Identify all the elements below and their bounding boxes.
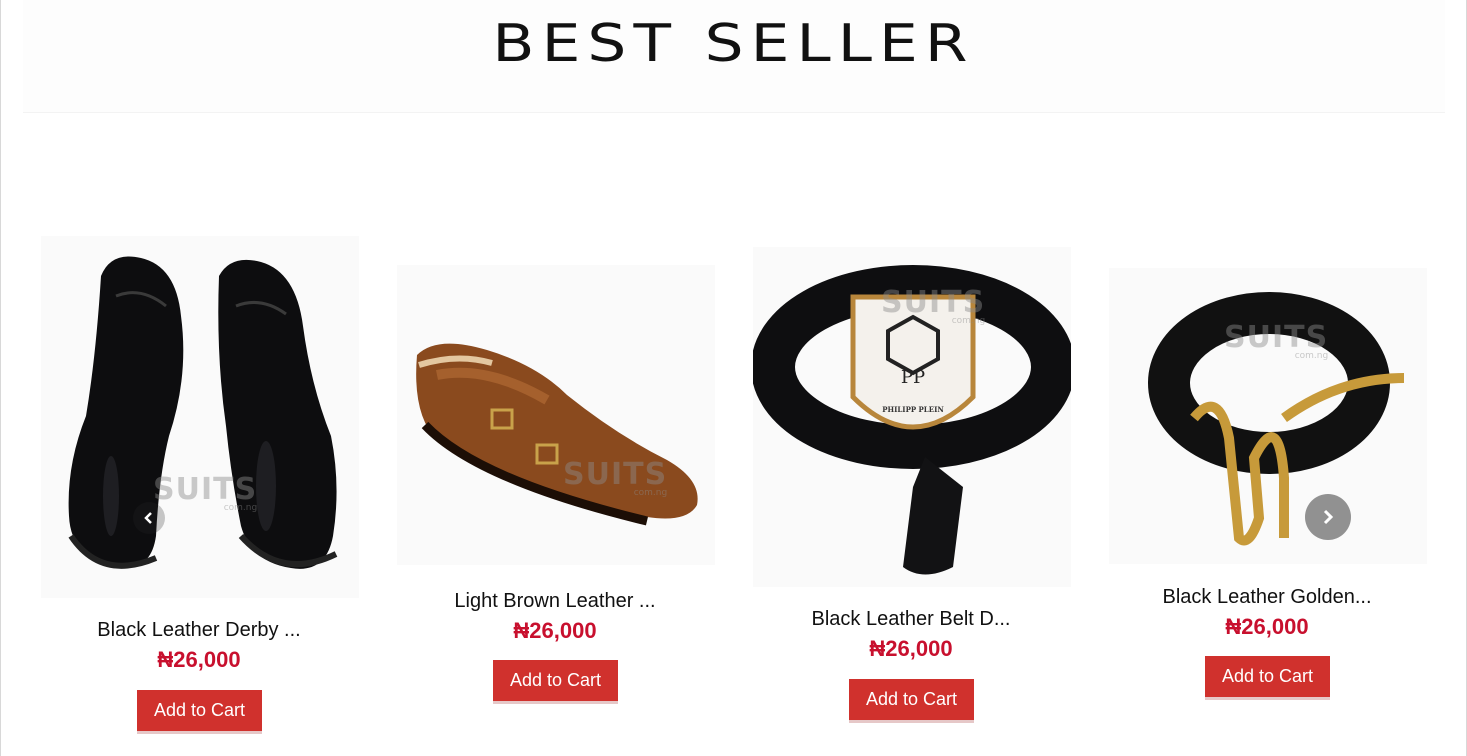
derby-shoes-image — [68, 256, 338, 569]
watermark-logo: SUITS com.ng — [881, 285, 986, 326]
add-to-cart-button[interactable]: Add to Cart — [493, 660, 618, 704]
product-name[interactable]: Light Brown Leather ... — [395, 590, 715, 613]
watermark-logo: SUITS com.ng — [1224, 320, 1329, 361]
product-name[interactable]: Black Leather Belt D... — [751, 608, 1071, 631]
product-image[interactable]: SUITS com.ng — [1109, 268, 1427, 564]
watermark-logo: SUITS com.ng — [563, 457, 668, 498]
badge-brand: PHILIPP PLEIN — [882, 405, 944, 414]
product-price: ₦26,000 — [513, 618, 597, 643]
add-to-cart-button[interactable]: Add to Cart — [1205, 656, 1330, 700]
add-to-cart-button[interactable]: Add to Cart — [849, 679, 974, 723]
product-price: ₦26,000 — [157, 647, 241, 672]
golden-buckle-belt-image — [1148, 292, 1405, 546]
product-image[interactable]: SUITS com.ng — [41, 236, 359, 598]
product-name[interactable]: Black Leather Derby ... — [39, 619, 359, 642]
add-to-cart-button[interactable]: Add to Cart — [137, 690, 262, 734]
carousel-prev-button[interactable] — [133, 502, 165, 534]
product-image[interactable]: SUITS com.ng — [397, 265, 715, 565]
chevron-left-icon — [144, 512, 152, 524]
product-image[interactable]: PP PHILIPP PLEIN SUITS com.ng — [753, 247, 1071, 587]
section-title: BEST SELLER — [492, 14, 975, 74]
product-name[interactable]: Black Leather Golden... — [1107, 586, 1427, 609]
product-price: ₦26,000 — [869, 636, 953, 661]
badge-monogram: PP — [900, 367, 926, 388]
chevron-right-icon — [1323, 509, 1334, 525]
monk-shoe-image — [416, 343, 698, 526]
watermark-logo: SUITS com.ng — [153, 472, 258, 513]
carousel-next-button[interactable] — [1305, 494, 1351, 540]
product-price: ₦26,000 — [1225, 614, 1309, 639]
